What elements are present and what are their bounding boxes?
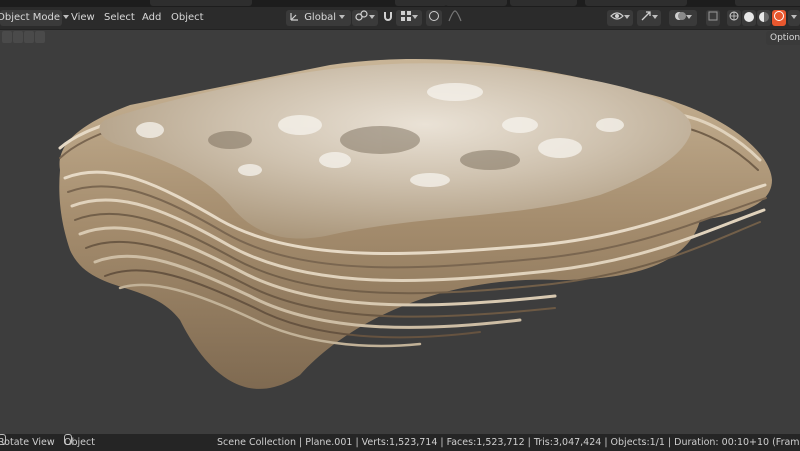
rendered-object-view: [58, 59, 773, 389]
menu-select[interactable]: Select: [101, 10, 138, 26]
select-subtract-icon[interactable]: [24, 31, 34, 43]
top-bar-strip: [0, 0, 800, 7]
solid-sphere-icon: [744, 12, 754, 22]
orientation-label: Global: [304, 12, 337, 23]
shading-rendered-button[interactable]: [772, 10, 786, 26]
magnet-icon: [384, 12, 392, 21]
gizmo-icon: [641, 11, 651, 21]
proportional-edit-icon: [429, 11, 439, 21]
workspace-tab-partial[interactable]: [510, 0, 577, 6]
overlays-dropdown[interactable]: [669, 10, 697, 26]
orientation-axes-icon: [290, 13, 298, 21]
shading-wireframe-button[interactable]: [727, 10, 741, 26]
select-extend-icon[interactable]: [13, 31, 23, 43]
status-bar: Rotate View Object Scene Collection | Pl…: [0, 434, 800, 451]
shading-material-button[interactable]: [757, 10, 771, 26]
object-visibility-dropdown[interactable]: [607, 10, 633, 26]
transform-orientation-dropdown[interactable]: Global: [286, 10, 351, 26]
pivot-point-dropdown[interactable]: [352, 10, 378, 26]
snap-toggle[interactable]: [381, 10, 395, 26]
menu-object[interactable]: Object: [168, 10, 207, 26]
gizmo-dropdown[interactable]: [637, 10, 661, 26]
mode-label: Object Mode: [0, 12, 60, 23]
rendered-sphere-icon: [774, 11, 784, 21]
snap-grid-icon: [401, 11, 411, 21]
3d-viewport[interactable]: [0, 30, 800, 434]
falloff-curve-icon: [448, 10, 462, 22]
scene-statistics: Scene Collection | Plane.001 | Verts:1,5…: [217, 437, 800, 448]
pivot-link-icon: [355, 10, 368, 21]
eye-icon: [610, 12, 624, 20]
falloff-dropdown[interactable]: [444, 10, 466, 26]
workspace-tab-partial[interactable]: [585, 0, 687, 6]
workspace-tab-partial[interactable]: [150, 0, 252, 6]
proportional-edit-toggle[interactable]: [426, 10, 442, 26]
select-invert-icon[interactable]: [35, 31, 45, 43]
workspace-tab-partial[interactable]: [395, 0, 447, 6]
xray-icon: [708, 11, 718, 21]
shading-options-dropdown[interactable]: [788, 10, 800, 26]
mode-dropdown[interactable]: Object Mode: [0, 10, 69, 26]
select-box-icon[interactable]: [2, 31, 12, 43]
shading-solid-button[interactable]: [742, 10, 756, 26]
chevron-down-icon: [652, 15, 658, 19]
menu-view[interactable]: View: [68, 10, 98, 26]
workspace-tab-partial[interactable]: [735, 0, 800, 6]
chevron-down-icon: [624, 15, 630, 19]
chevron-down-icon: [412, 15, 418, 19]
viewport-header: Object Mode View Select Add Object Globa…: [0, 7, 800, 30]
menu-add[interactable]: Add: [139, 10, 164, 26]
xray-toggle[interactable]: [706, 10, 720, 26]
chevron-down-icon: [369, 15, 375, 19]
chevron-down-icon: [686, 15, 692, 19]
chevron-down-icon: [339, 15, 346, 19]
snap-target-dropdown[interactable]: [396, 10, 422, 26]
wireframe-sphere-icon: [729, 11, 739, 21]
material-sphere-icon: [759, 12, 769, 22]
overlays-icon: [675, 12, 686, 20]
chevron-down-icon: [791, 15, 797, 19]
workspace-tab-partial[interactable]: [445, 0, 507, 6]
options-button[interactable]: Options: [766, 31, 800, 45]
